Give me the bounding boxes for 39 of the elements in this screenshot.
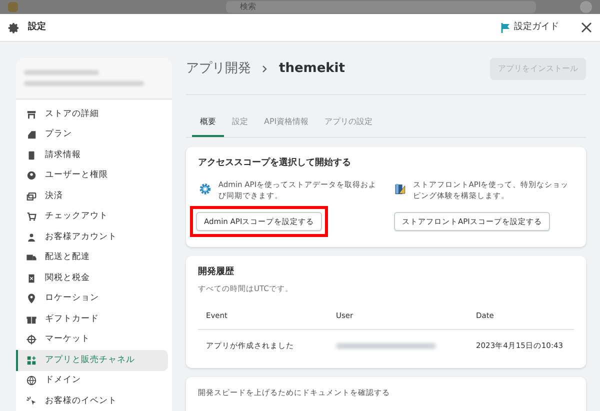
sidebar-item[interactable]: 関税と税金 [16,268,168,288]
close-button[interactable] [581,22,592,33]
sidebar-item[interactable]: 配送と配達 [16,248,168,268]
sidebar-item[interactable]: お客様のイベント [16,391,168,411]
sidebar-item[interactable]: チェックアウト [16,206,168,227]
sidebar-item[interactable]: 請求情報 [16,145,168,166]
sidebar-item[interactable]: プラン [16,124,168,145]
sidebar-item[interactable]: マーケット [16,330,168,350]
sidebar-item[interactable]: 決済 [16,186,168,206]
sidebar-item[interactable]: ストアの詳細 [16,104,168,124]
cards-icon [26,190,37,202]
logo-icon [8,2,18,12]
bill-icon [26,150,37,161]
page-title: themekit [279,60,345,78]
sidebar-item[interactable]: お客様アカウント [16,227,168,248]
apps-icon [26,354,37,366]
card-title: アクセススコープを選択して開始する [198,157,352,170]
store-icon [26,108,37,120]
pin-icon [26,293,37,304]
truck-icon [26,252,37,264]
flag-icon [501,22,510,32]
sidebar-item[interactable]: アプリと販売チャネル [16,350,168,370]
receipt-icon [26,272,37,284]
search-field[interactable]: 検索 [226,1,536,13]
user-icon [26,170,37,182]
cart-icon [26,211,37,222]
setup-guide-link[interactable]: 設定ガイド [501,20,559,34]
person-icon [26,232,37,243]
chevron-icon [261,65,269,73]
settings-icon [8,22,20,34]
card-title: 開発履歴 [198,266,235,280]
sidebar-item[interactable]: ロケーション [16,288,168,309]
cursor-icon [26,396,37,407]
tab[interactable]: 概要 [192,111,224,137]
settings-title: 設定 [28,20,46,34]
sidebar-item[interactable]: ギフトカード [16,309,168,330]
sidebar-item[interactable]: ドメイン [16,370,168,391]
breadcrumb-link[interactable]: アプリ開発 [186,59,251,79]
sidebar-item[interactable]: ユーザーと権限 [16,166,168,186]
